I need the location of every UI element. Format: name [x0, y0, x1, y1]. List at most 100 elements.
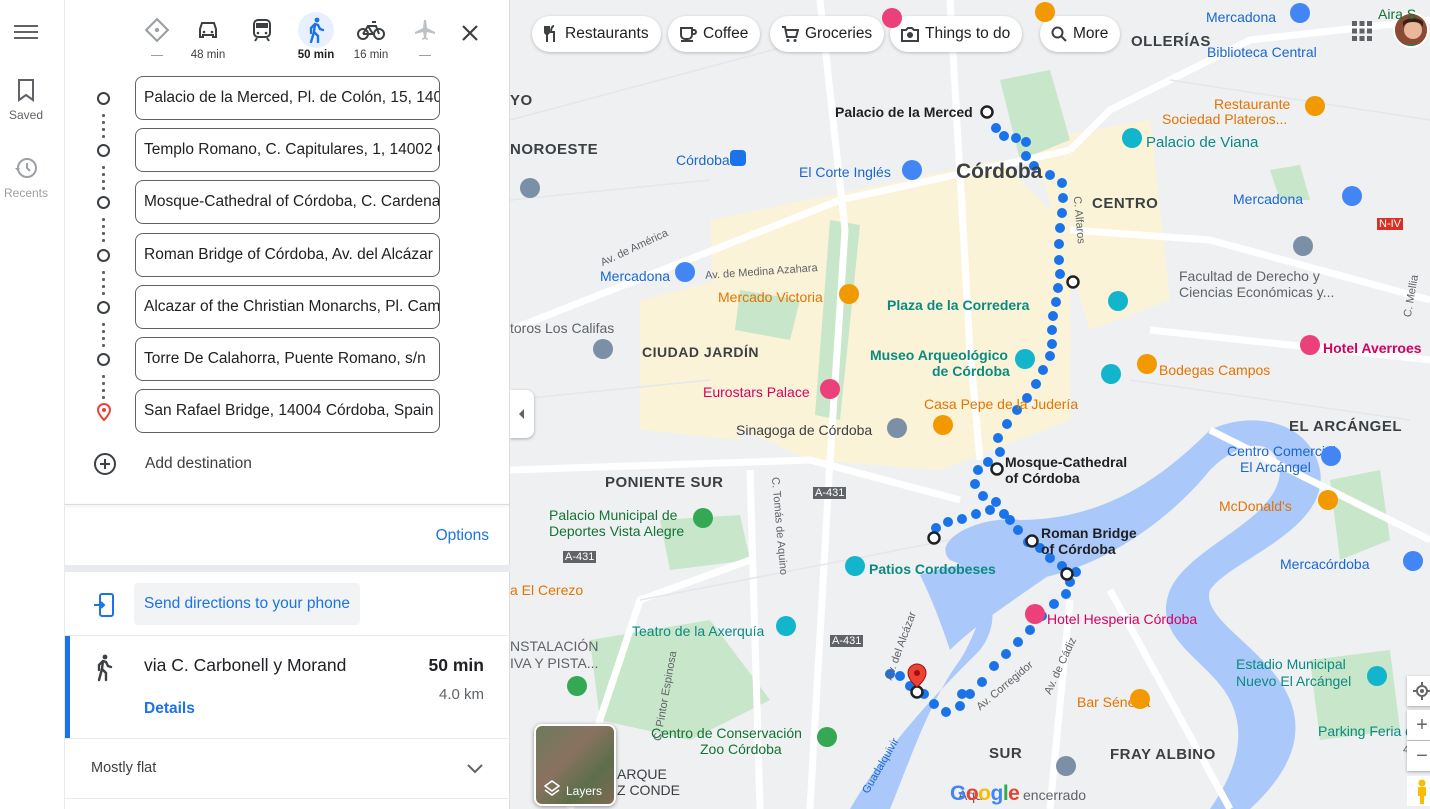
mode-transit[interactable] [240, 12, 284, 62]
bus-station-icon[interactable] [730, 150, 746, 166]
bicycle-icon [357, 21, 385, 40]
mode-transit-label [240, 48, 284, 62]
stop-input[interactable]: Templo Romano, C. Capitulares, 1, 14002 … [135, 128, 440, 172]
stop-input[interactable]: Alcazar of the Christian Monarchs, Pl. C… [135, 285, 440, 329]
restaurant-poi-icon[interactable] [1305, 96, 1325, 116]
shopping-poi-icon[interactable] [1342, 186, 1362, 206]
terrain-summary: Mostly flat [91, 760, 157, 776]
zoom-out-button[interactable]: − [1407, 741, 1430, 771]
map-label: Córdoba [676, 152, 730, 168]
mode-cycling[interactable]: 16 min [349, 12, 393, 62]
park-poi-icon[interactable] [693, 508, 713, 528]
walking-icon [309, 17, 325, 43]
map-label: OLLERÍAS [1131, 33, 1211, 50]
restaurant-poi-icon[interactable] [1035, 2, 1055, 22]
add-destination-button[interactable]: Add destination [93, 452, 252, 476]
mode-walking-label: 50 min [297, 49, 335, 61]
menu-icon[interactable] [14, 22, 38, 42]
chip-groceries[interactable]: Groceries [770, 16, 885, 52]
road-shield: A-431 [830, 635, 864, 647]
shopping-poi-icon[interactable] [1321, 446, 1341, 466]
school-poi-icon[interactable] [1293, 236, 1313, 256]
stop-input[interactable]: Roman Bridge of Córdoba, Av. del Alcázar [135, 233, 440, 277]
shopping-poi-icon[interactable] [902, 160, 922, 180]
zoo-poi-icon[interactable] [817, 727, 837, 747]
map-label: CIUDAD JARDÍN [642, 344, 759, 360]
chip-things-to-do[interactable]: Things to do [890, 16, 1023, 52]
options-button[interactable]: Options [436, 527, 489, 545]
route-via: via C. Carbonell y Morand [144, 655, 347, 675]
chip-groceries-label: Groceries [805, 25, 873, 42]
hotel-poi-icon[interactable] [1300, 335, 1320, 355]
collapse-panel-button[interactable] [510, 390, 534, 438]
shopping-poi-icon[interactable] [1290, 3, 1310, 23]
hotel-poi-icon[interactable] [1025, 604, 1045, 624]
chevron-down-icon[interactable] [465, 762, 485, 776]
stop-input[interactable]: Torre De Calahorra, Puente Romano, s/n [135, 337, 440, 381]
layers-button[interactable]: Layers [534, 724, 616, 806]
zoom-in-button[interactable]: + [1407, 710, 1430, 740]
selected-route-indicator [65, 636, 70, 738]
mode-flights[interactable] [403, 12, 447, 56]
map-label: Sociedad Plateros... [1162, 111, 1288, 127]
bar-poi-icon[interactable] [1130, 689, 1150, 709]
apps-grid-icon[interactable] [1351, 20, 1373, 42]
map-label: Z CONDE [617, 782, 680, 798]
chip-more[interactable]: More [1040, 16, 1121, 52]
map-label: Aira S [1378, 6, 1417, 22]
road-shield: A-431 [563, 551, 597, 563]
recents-button[interactable]: Recents [0, 156, 52, 200]
mode-walking[interactable]: 50 min [294, 12, 338, 62]
landmark-poi-icon[interactable] [1108, 291, 1128, 311]
destination-input[interactable]: San Rafael Bridge, 14004 Córdoba, Spain [135, 389, 440, 433]
send-directions-button[interactable]: Send directions to your phone [134, 583, 360, 625]
hotel-poi-icon[interactable] [820, 379, 840, 399]
mode-driving[interactable]: 48 min [186, 12, 230, 62]
landmark-poi-icon[interactable] [845, 556, 865, 576]
chip-restaurants[interactable]: Restaurants [532, 16, 661, 52]
route-details-link[interactable]: Details [144, 700, 195, 718]
walking-icon [97, 654, 113, 682]
route-option[interactable]: via C. Carbonell y Morand 50 min 4.0 km … [65, 636, 510, 738]
chip-coffee[interactable]: Coffee [668, 16, 761, 52]
museum-poi-icon[interactable] [520, 178, 540, 198]
street-view-pegman[interactable] [1407, 776, 1430, 806]
close-directions-button[interactable] [458, 21, 482, 45]
shopping-poi-icon[interactable] [675, 262, 695, 282]
shopping-poi-icon[interactable] [1403, 551, 1423, 571]
mode-best[interactable] [135, 12, 179, 56]
chip-coffee-label: Coffee [703, 25, 749, 42]
map-label: Museo Arqueológico [870, 347, 1008, 363]
map-label: Casa Pepe de la Judería [924, 396, 1079, 412]
restaurant-icon [544, 25, 555, 42]
mode-best-label [151, 55, 163, 56]
restaurant-poi-icon[interactable] [839, 284, 859, 304]
hotel-poi-icon[interactable] [882, 8, 902, 28]
place-poi-icon[interactable] [1056, 756, 1076, 776]
stop-circle-icon [97, 353, 110, 366]
map-canvas[interactable]: Restaurants Coffee Groceries Things to d… [510, 0, 1430, 809]
restaurant-poi-icon[interactable] [933, 415, 953, 435]
restaurant-poi-icon[interactable] [1318, 490, 1338, 510]
car-icon [199, 22, 217, 38]
my-location-button[interactable] [1407, 676, 1430, 706]
park-poi-icon[interactable] [567, 676, 587, 696]
synagogue-poi-icon[interactable] [887, 418, 907, 438]
museum-poi-icon[interactable] [1015, 349, 1035, 369]
stadium-poi-icon[interactable] [1367, 666, 1387, 686]
stop-input[interactable]: Palacio de la Merced, Pl. de Colón, 15, … [135, 76, 440, 120]
map-label: Mercadona [1233, 191, 1304, 207]
restaurant-poi-icon[interactable] [1137, 354, 1157, 374]
stop-input[interactable]: Mosque-Cathedral of Córdoba, C. Cardenal… [135, 180, 440, 224]
map-label: Parking Feria de [1318, 723, 1421, 739]
museum-poi-icon[interactable] [1101, 364, 1121, 384]
museum-poi-icon[interactable] [1122, 128, 1142, 148]
map-label: CENTRO [1092, 195, 1159, 212]
stop-circle-icon [97, 196, 110, 209]
place-poi-icon[interactable] [593, 339, 613, 359]
map-label: Teatro de la Axerquía [632, 623, 765, 639]
saved-button[interactable]: Saved [0, 78, 52, 122]
theatre-poi-icon[interactable] [776, 616, 796, 636]
map-label: SUR [989, 745, 1023, 762]
stop-circle-icon [97, 92, 110, 105]
